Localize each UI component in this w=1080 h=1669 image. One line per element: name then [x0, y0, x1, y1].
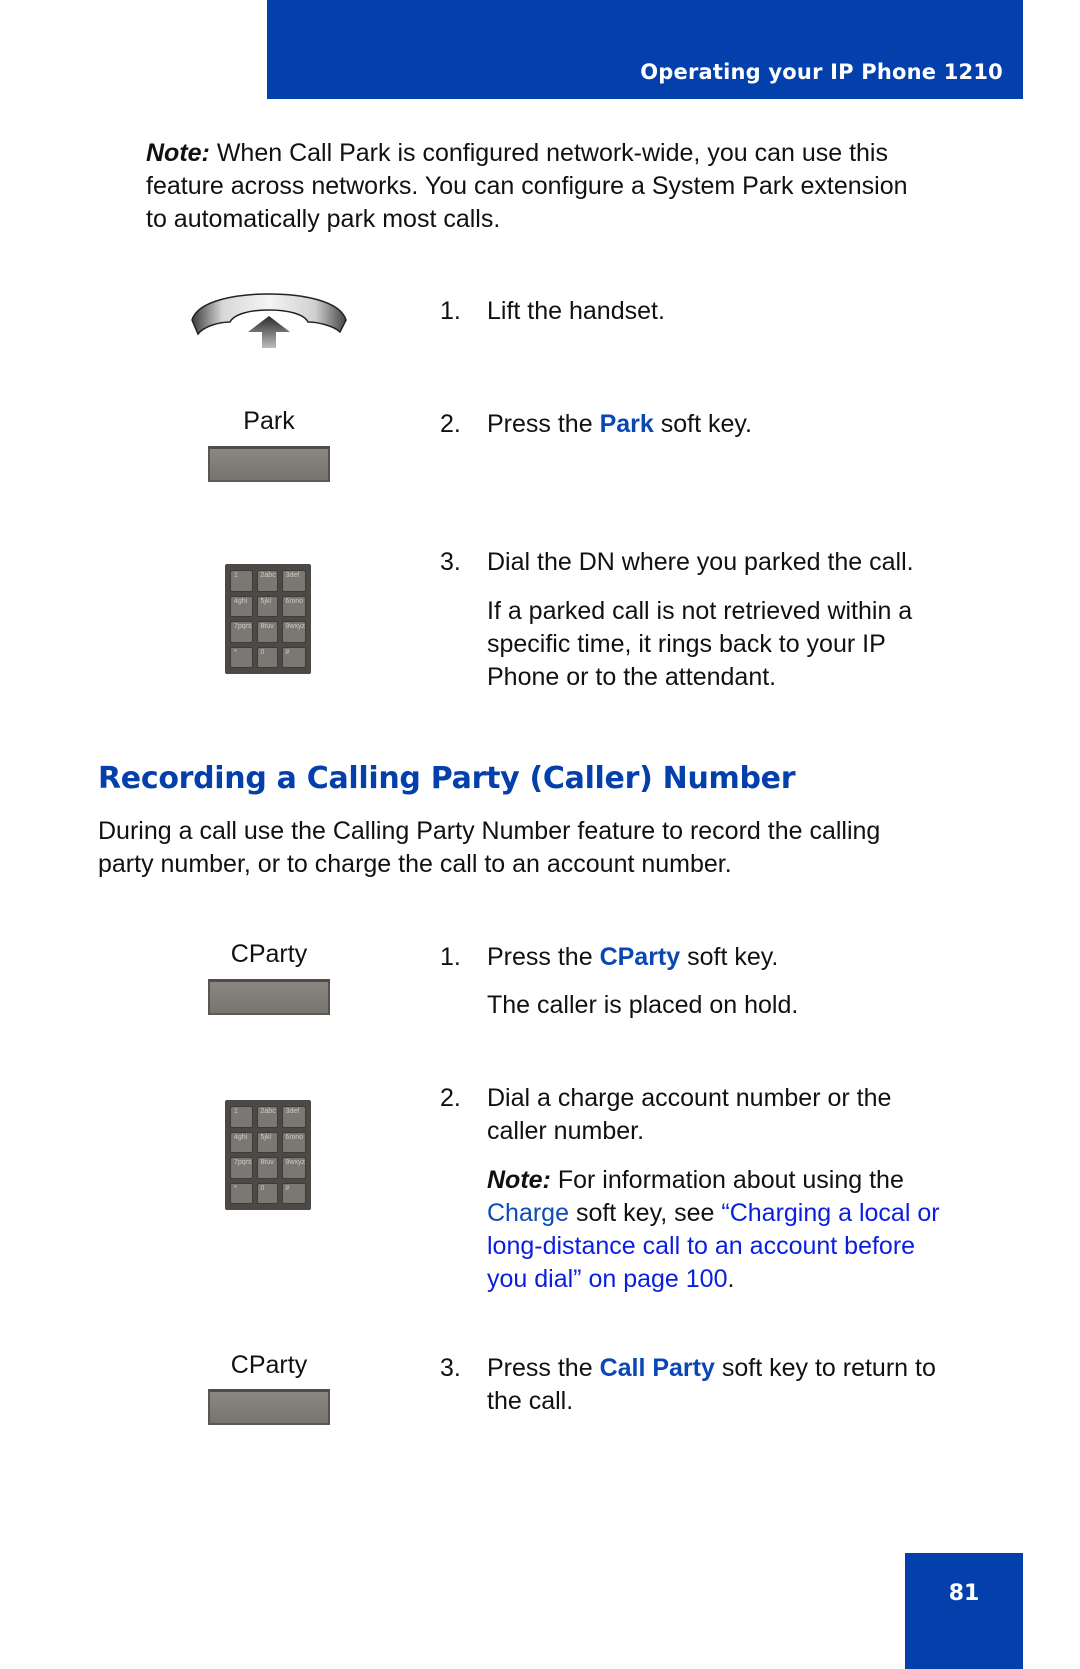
page-number: 81: [948, 1581, 980, 1606]
cross-reference-link-end[interactable]: you dial” on page 100: [487, 1265, 727, 1293]
park-softkey-label: Park: [243, 407, 295, 435]
section-heading: Recording a Calling Party (Caller) Numbe…: [98, 761, 796, 796]
keypad-key: 2abc: [256, 570, 278, 592]
keypad-key: 3def: [281, 1106, 306, 1128]
keypad-key: 5jkl: [256, 595, 278, 617]
header-title: Operating your IP Phone 1210: [640, 60, 1003, 84]
park-step-2: 2. Press the Park soft key.: [440, 410, 752, 438]
keypad-key: 0: [256, 646, 278, 668]
keypad-key: 4ghi: [230, 595, 253, 617]
dialpad-icon: 1 2abc 3def 4ghi 5jkl 6mno 7pqrs 8tuv 9wxyz * 0 #: [225, 1100, 311, 1210]
park-step-3: 3. Dial the DN where you parked the call.…: [440, 548, 914, 691]
note-label: Note:: [146, 139, 210, 167]
cparty-keyword: CParty: [599, 943, 681, 971]
call-party-softkey[interactable]: [208, 1389, 330, 1425]
header-band: Operating your IP Phone 1210: [267, 0, 1023, 99]
cparty-step-3: 3. Press the Call Party soft key to retur…: [440, 1354, 936, 1415]
keypad-key: 9wxyz: [281, 1157, 306, 1179]
keypad-key: 8tuv: [256, 621, 278, 643]
keypad-key: *: [230, 646, 253, 668]
cparty-softkey-label: CParty: [230, 940, 308, 968]
dialpad-icon: 1 2abc 3def 4ghi 5jkl 6mno 7pqrs 8tuv 9wxyz * 0 #: [225, 564, 311, 674]
keypad-key: 7pqrs: [230, 1157, 253, 1179]
park-softkey[interactable]: [208, 446, 330, 482]
charge-note: Note: For information about using the Ch…: [440, 1164, 1020, 1296]
keypad-key: 5jkl: [256, 1131, 278, 1153]
keypad-key: 4ghi: [230, 1131, 253, 1153]
keypad-key: #: [281, 1182, 306, 1204]
park-step-1: 1. Lift the handset.: [440, 297, 665, 325]
keypad-key: 6mno: [281, 595, 306, 617]
keypad-key: 1: [230, 1106, 253, 1128]
intro-note: Note: When Call Park is configured netwo…: [146, 139, 908, 233]
section-intro: During a call use the Calling Party Numb…: [98, 817, 881, 878]
keypad-key: 2abc: [256, 1106, 278, 1128]
keypad-key: 6mno: [281, 1131, 306, 1153]
cross-reference-link-cont[interactable]: long-distance call to an account before: [487, 1230, 1020, 1263]
park-keyword: Park: [599, 410, 654, 438]
keypad-key: #: [281, 646, 306, 668]
call-party-keyword: Call Party: [599, 1354, 715, 1382]
handset-lift-icon: [188, 292, 350, 348]
keypad-key: 9wxyz: [281, 621, 306, 643]
charge-softkey-link[interactable]: Charge: [487, 1199, 569, 1227]
cparty-step-2: 2. Dial a charge account number or the ca…: [440, 1082, 1020, 1296]
keypad-key: 7pqrs: [230, 621, 253, 643]
keypad-key: 0: [256, 1182, 278, 1204]
page-number-box: 81: [905, 1553, 1023, 1669]
cross-reference-link[interactable]: “Charging a local or: [721, 1199, 939, 1227]
cparty-step-1: 1. Press the CParty soft key. The caller …: [440, 943, 799, 1019]
keypad-key: *: [230, 1182, 253, 1204]
keypad-key: 1: [230, 570, 253, 592]
keypad-key: 8tuv: [256, 1157, 278, 1179]
cparty-softkey[interactable]: [208, 979, 330, 1015]
keypad-key: 3def: [281, 570, 306, 592]
call-party-softkey-label: CParty: [230, 1351, 308, 1379]
